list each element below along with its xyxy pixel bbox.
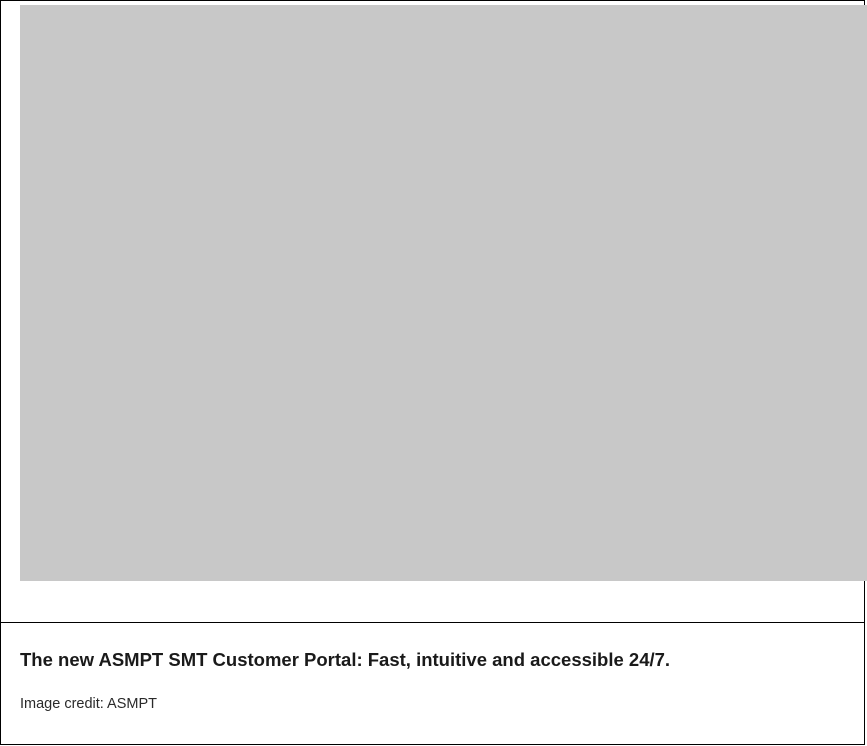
photo	[20, 5, 867, 581]
figure-table: The new ASMPT SMT Customer Portal: Fast,…	[0, 0, 867, 745]
caption-row: The new ASMPT SMT Customer Portal: Fast,…	[1, 623, 864, 744]
image-row	[1, 1, 867, 623]
image-credit: Image credit: ASMPT	[20, 696, 157, 712]
figure-caption: The new ASMPT SMT Customer Portal: Fast,…	[20, 649, 671, 670]
